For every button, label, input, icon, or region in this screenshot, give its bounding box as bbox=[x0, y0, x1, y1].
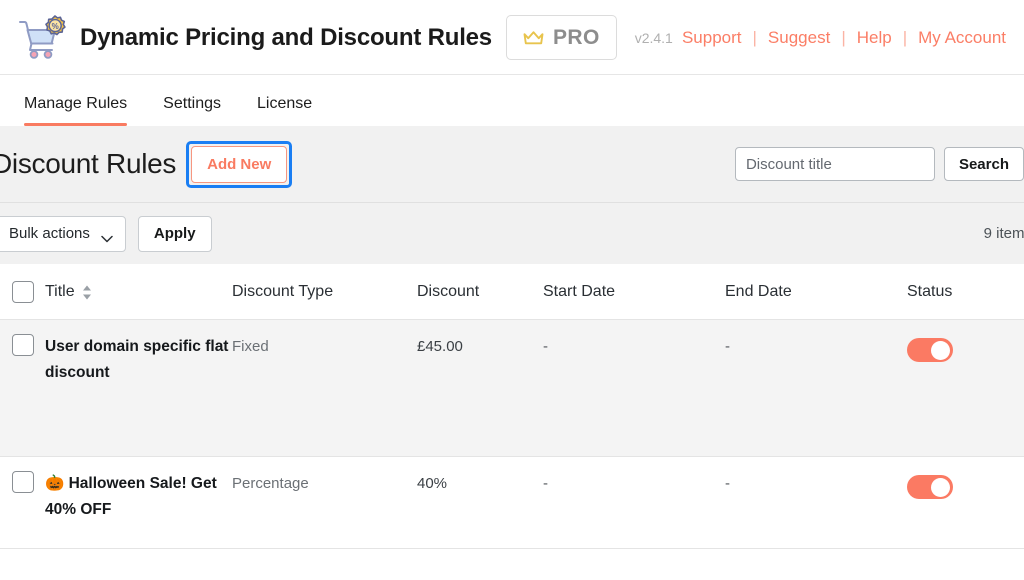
row-end-date-cell: - bbox=[725, 334, 907, 360]
row-end-date: - bbox=[725, 338, 730, 355]
table-row[interactable]: User domain specific flat discount Fixed… bbox=[0, 320, 1024, 457]
column-title-label: Title bbox=[45, 283, 75, 300]
row-start-date: - bbox=[543, 475, 548, 492]
select-all-checkbox[interactable] bbox=[12, 281, 34, 303]
shopping-cart-percent-icon: % bbox=[14, 14, 66, 62]
nav-link-support[interactable]: Support bbox=[682, 28, 742, 48]
status-toggle-knob bbox=[931, 477, 950, 497]
row-checkbox[interactable] bbox=[12, 334, 34, 356]
search-group: Search bbox=[734, 147, 1024, 181]
row-checkbox[interactable] bbox=[12, 471, 34, 493]
tab-settings-label: Settings bbox=[163, 95, 221, 112]
column-end-date-label: End Date bbox=[725, 283, 792, 300]
row-end-date-cell: - bbox=[725, 471, 907, 497]
nav-separator: | bbox=[841, 27, 846, 47]
brand: % Dynamic Pricing and Discount Rules bbox=[14, 14, 492, 62]
table-header-row: Title Discount Type Discount Start Date bbox=[0, 264, 1024, 320]
column-discount: Discount bbox=[417, 283, 543, 301]
tab-manage-rules-label: Manage Rules bbox=[24, 95, 128, 112]
tab-bar: Manage Rules Settings License bbox=[0, 75, 1024, 126]
column-discount-label: Discount bbox=[417, 283, 480, 300]
row-discount-type: Fixed bbox=[232, 338, 269, 355]
nav-link-my-account[interactable]: My Account bbox=[918, 28, 1006, 48]
column-discount-type-label: Discount Type bbox=[232, 283, 334, 300]
status-toggle[interactable] bbox=[907, 338, 953, 362]
crown-icon bbox=[523, 30, 544, 46]
sort-arrows-icon[interactable] bbox=[82, 285, 92, 300]
title-group: Discount Rules Add New bbox=[0, 140, 293, 188]
svg-text:%: % bbox=[52, 22, 59, 31]
row-end-date: - bbox=[725, 475, 730, 492]
version-label: v2.4.1 bbox=[634, 29, 673, 46]
page-title: Discount Rules bbox=[0, 148, 177, 179]
row-start-date-cell: - bbox=[543, 471, 725, 497]
row-title[interactable]: 🎃 Halloween Sale! Get 40% OFF bbox=[45, 471, 232, 523]
column-discount-type: Discount Type bbox=[232, 283, 417, 301]
rules-table: Title Discount Type Discount Start Date bbox=[0, 264, 1024, 549]
row-start-date: - bbox=[543, 338, 548, 355]
row-discount: 40% bbox=[417, 475, 448, 492]
status-toggle[interactable] bbox=[907, 475, 953, 499]
row-status-cell bbox=[907, 334, 1024, 362]
app-header: % Dynamic Pricing and Discount Rules PRO… bbox=[0, 0, 1024, 75]
table-row[interactable]: 🎃 Halloween Sale! Get 40% OFF Percentage… bbox=[0, 457, 1024, 549]
nav-separator: | bbox=[902, 27, 908, 47]
tab-settings[interactable]: Settings bbox=[145, 95, 239, 126]
toolbar-zone: Discount Rules Add New Search Bulk actio… bbox=[0, 126, 1024, 264]
pro-label: PRO bbox=[552, 25, 600, 49]
app-window: % Dynamic Pricing and Discount Rules PRO… bbox=[0, 0, 1024, 580]
row-select-cell bbox=[0, 471, 45, 493]
row-title-cell: User domain specific flat discount bbox=[45, 334, 232, 386]
tab-license-label: License bbox=[256, 95, 313, 112]
nav-link-suggest[interactable]: Suggest bbox=[768, 28, 830, 48]
row-select-cell bbox=[0, 334, 45, 356]
row-status-cell bbox=[907, 471, 1024, 499]
nav-link-help[interactable]: Help bbox=[857, 28, 892, 48]
row-discount-cell: 40% bbox=[417, 471, 543, 497]
bulk-actions-select[interactable]: Bulk actions bbox=[0, 215, 126, 252]
row-discount: £45.00 bbox=[417, 338, 463, 355]
row-start-date-cell: - bbox=[543, 334, 725, 360]
pro-badge[interactable]: PRO bbox=[505, 15, 617, 60]
search-button[interactable]: Search bbox=[943, 147, 1024, 181]
row-discount-type: Percentage bbox=[232, 475, 309, 492]
nav-separator: | bbox=[752, 27, 757, 47]
column-start-date-label: Start Date bbox=[543, 283, 616, 300]
column-end-date: End Date bbox=[725, 283, 907, 301]
row-discount-type-cell: Percentage bbox=[232, 471, 417, 497]
toolbar-secondary: Bulk actions Apply 9 items bbox=[0, 203, 1024, 264]
add-new-button[interactable]: Add New bbox=[191, 145, 288, 183]
column-start-date: Start Date bbox=[543, 283, 725, 301]
header-nav: Support | Suggest | Help | My Account bbox=[682, 28, 1006, 48]
bulk-actions-label: Bulk actions bbox=[9, 225, 90, 242]
status-toggle-knob bbox=[931, 340, 950, 360]
row-title-cell: 🎃 Halloween Sale! Get 40% OFF bbox=[45, 471, 232, 523]
toolbar-primary: Discount Rules Add New Search bbox=[0, 126, 1024, 202]
column-status: Status bbox=[907, 283, 1024, 301]
items-count: 9 items bbox=[983, 225, 1024, 242]
add-new-focus-ring: Add New bbox=[186, 140, 293, 188]
tab-manage-rules[interactable]: Manage Rules bbox=[22, 95, 145, 126]
column-status-label: Status bbox=[907, 283, 953, 300]
chevron-down-icon bbox=[101, 230, 113, 242]
row-title[interactable]: User domain specific flat discount bbox=[45, 334, 232, 386]
column-title[interactable]: Title bbox=[45, 283, 232, 301]
app-title: Dynamic Pricing and Discount Rules bbox=[80, 23, 492, 51]
tab-license[interactable]: License bbox=[239, 95, 330, 126]
apply-button[interactable]: Apply bbox=[137, 215, 212, 252]
select-all-cell bbox=[0, 281, 45, 303]
row-discount-type-cell: Fixed bbox=[232, 334, 417, 360]
search-input[interactable] bbox=[734, 147, 935, 181]
row-discount-cell: £45.00 bbox=[417, 334, 543, 360]
